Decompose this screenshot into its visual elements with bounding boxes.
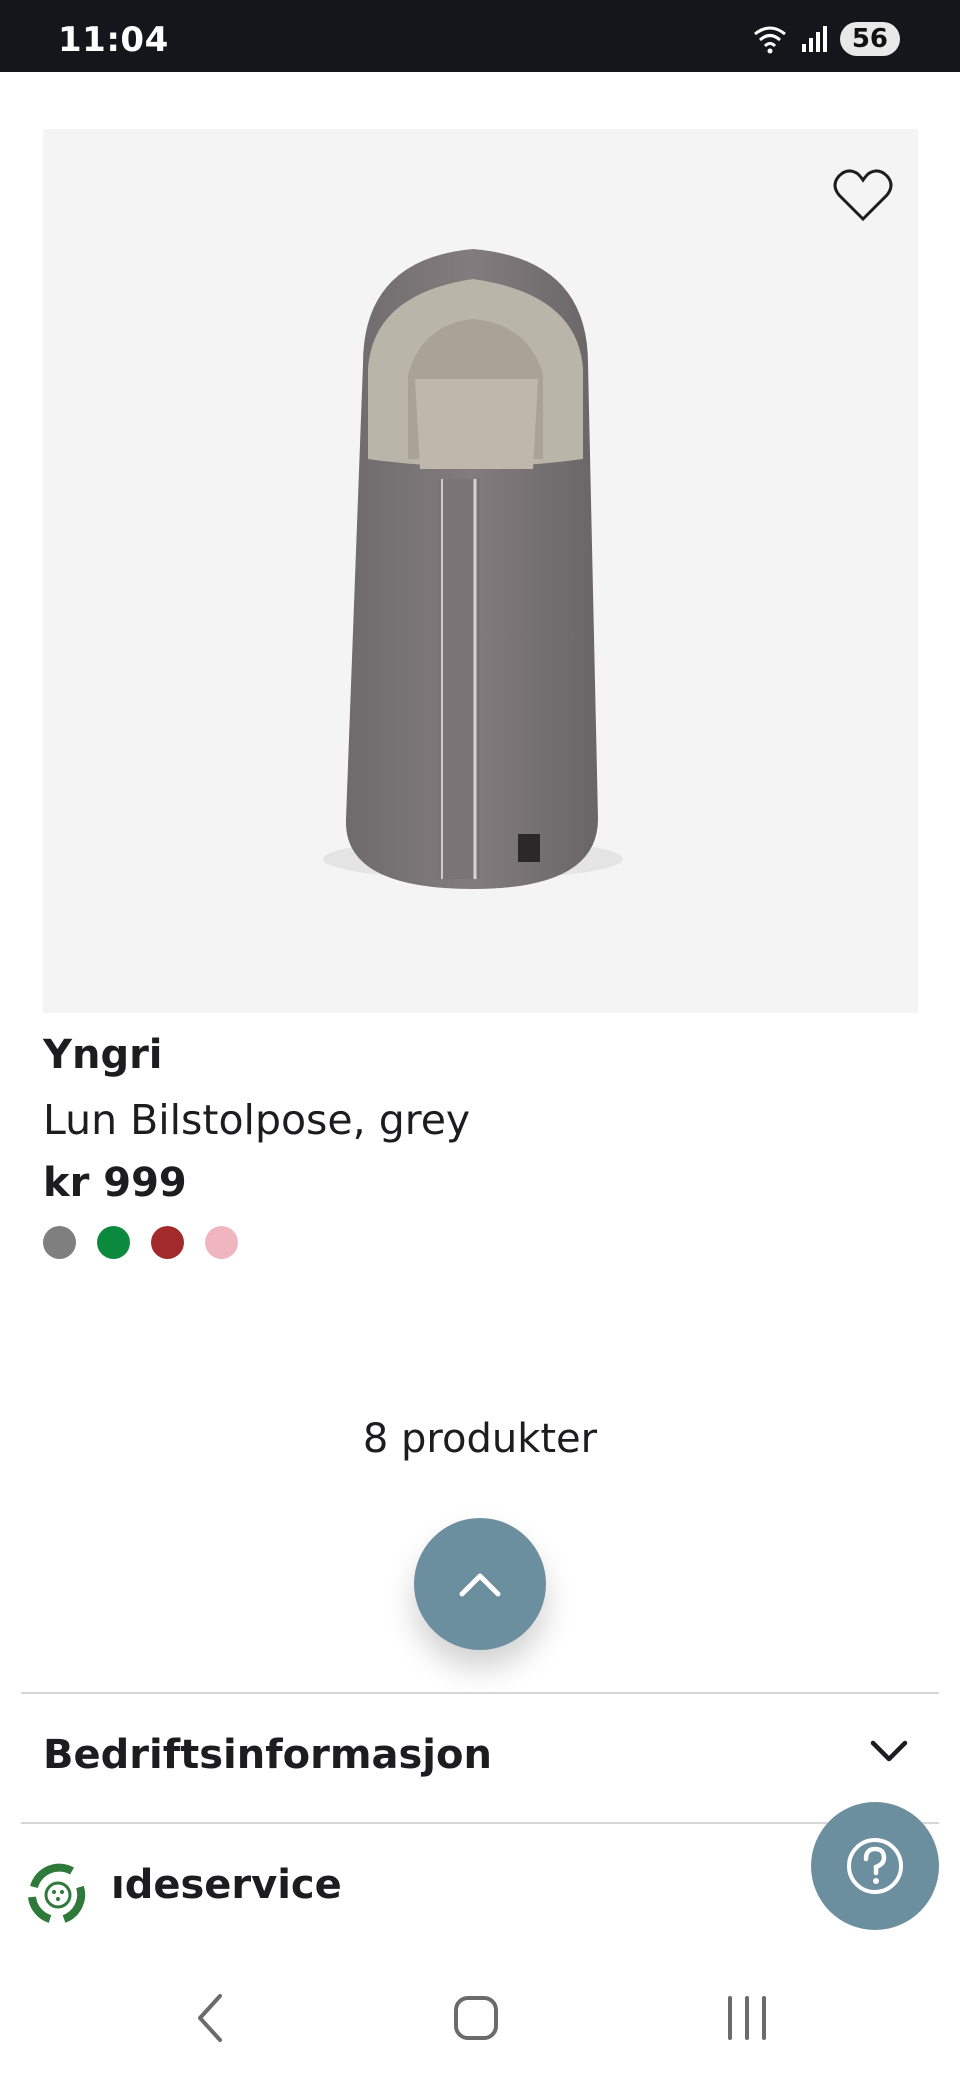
chevron-up-icon (459, 1573, 501, 1597)
scroll-to-top-button[interactable] (414, 1518, 546, 1650)
footmuff-illustration (323, 249, 623, 889)
color-swatch[interactable] (151, 1226, 184, 1259)
wifi-icon (753, 26, 786, 54)
help-button[interactable] (811, 1802, 939, 1930)
color-swatch[interactable] (43, 1226, 76, 1259)
color-swatches (43, 1226, 238, 1259)
status-bar: 11:04 56 (0, 0, 960, 72)
battery-indicator: 56 (839, 22, 900, 56)
nav-back-button[interactable] (190, 1990, 230, 2050)
accordion-label: Bedriftsinformasjon (43, 1732, 492, 1778)
chevron-down-icon (870, 1740, 908, 1762)
heart-icon (833, 169, 893, 222)
status-time: 11:04 (58, 20, 169, 60)
recycle-icon (24, 1861, 92, 1929)
accordion-label: ıdeservice (111, 1862, 342, 1908)
question-icon (847, 1838, 903, 1894)
color-swatch[interactable] (97, 1226, 130, 1259)
recents-icon (728, 1996, 766, 2040)
product-name[interactable]: Lun Bilstolpose, grey (43, 1096, 470, 1144)
favorite-button[interactable] (833, 167, 893, 223)
status-icons: 56 (752, 22, 900, 56)
signal-icon (801, 26, 827, 52)
back-icon (198, 1994, 222, 2042)
accordion-company-info[interactable]: Bedriftsinformasjon (21, 1694, 939, 1822)
color-swatch[interactable] (205, 1226, 238, 1259)
product-price: kr 999 (43, 1160, 187, 1206)
accordion-customer-service[interactable]: ıdeservice (21, 1824, 939, 1952)
product-image[interactable] (43, 129, 918, 1013)
eco-badge[interactable] (20, 1857, 96, 1933)
product-brand[interactable]: Yngri (43, 1032, 163, 1078)
product-count: 8 produkter (362, 1416, 598, 1462)
home-icon (454, 1996, 498, 2040)
system-nav-bar (0, 1960, 960, 2080)
nav-recents-button[interactable] (724, 1990, 770, 2050)
nav-home-button[interactable] (452, 1990, 500, 2050)
